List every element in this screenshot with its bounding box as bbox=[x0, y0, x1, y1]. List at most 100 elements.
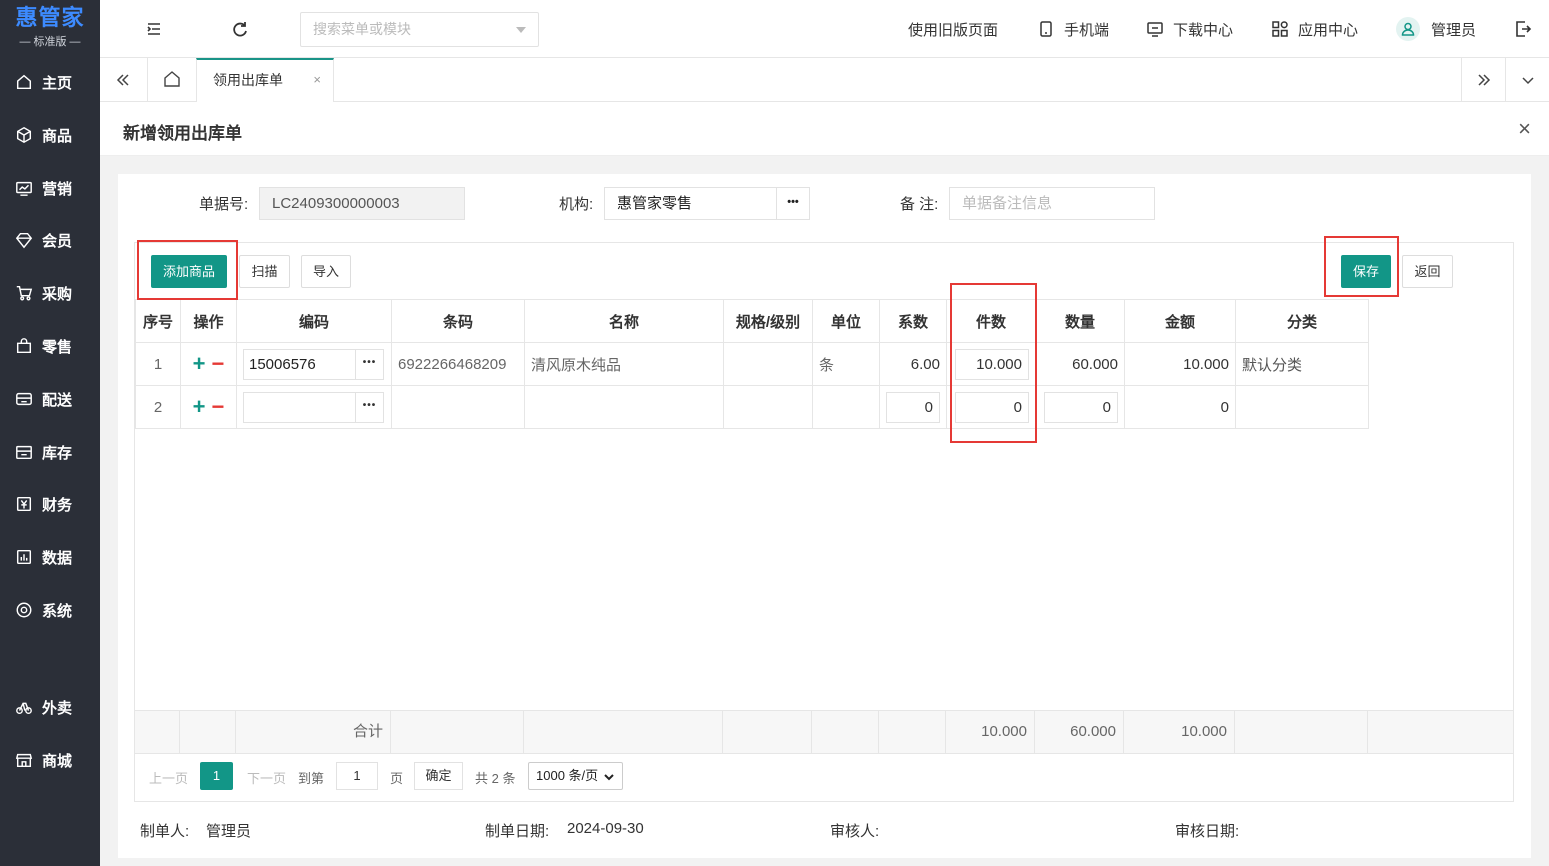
barcode-cell: 6922266468209 bbox=[391, 342, 525, 386]
spec-cell bbox=[723, 342, 813, 386]
highlight-pieces-column bbox=[950, 283, 1037, 443]
maker-label: 制单人: bbox=[140, 823, 190, 840]
app-center-link[interactable]: 应用中心 bbox=[1271, 18, 1358, 40]
goto-confirm-button[interactable]: 确定 bbox=[414, 762, 463, 790]
add-row-icon[interactable]: + bbox=[193, 394, 206, 419]
brand-logo[interactable]: 惠管家 — 标准版 — bbox=[0, 0, 100, 55]
row-no: 2 bbox=[135, 385, 181, 429]
sidebar-item-label: 主页 bbox=[42, 74, 73, 92]
sidebar-item-goods[interactable]: 商品 bbox=[0, 115, 100, 155]
tabs-scroll-right[interactable] bbox=[1461, 58, 1505, 102]
download-center-link[interactable]: 下载中心 bbox=[1146, 18, 1233, 40]
sidebar-item-label: 配送 bbox=[42, 391, 73, 409]
sidebar-item-system[interactable]: 系统 bbox=[0, 590, 100, 630]
add-row-icon[interactable]: + bbox=[193, 351, 206, 376]
scan-button[interactable]: 扫描 bbox=[239, 255, 290, 288]
highlight-save bbox=[1324, 236, 1399, 297]
sidebar-item-home[interactable]: 主页 bbox=[0, 62, 100, 102]
sidebar-item-marketing[interactable]: 营销 bbox=[0, 168, 100, 208]
next-page-button[interactable]: 下一页 bbox=[247, 768, 286, 787]
table-row: 2 + − ••• 0 0 0 0 bbox=[135, 385, 1369, 429]
sidebar-item-mall[interactable]: 商城 bbox=[0, 740, 100, 780]
audit-date-label: 审核日期: bbox=[1175, 823, 1240, 840]
menu-fold-icon[interactable] bbox=[143, 18, 165, 40]
sidebar-item-data[interactable]: 数据 bbox=[0, 537, 100, 577]
sidebar-item-label: 采购 bbox=[42, 285, 73, 303]
sidebar-item-purchase[interactable]: 采购 bbox=[0, 273, 100, 313]
sidebar-item-label: 营销 bbox=[42, 180, 73, 198]
sidebar-item-members[interactable]: 会员 bbox=[0, 220, 100, 260]
chevron-down-icon bbox=[604, 774, 614, 781]
yen-icon bbox=[16, 496, 32, 512]
code-picker-button[interactable]: ••• bbox=[356, 348, 384, 380]
prev-page-button[interactable]: 上一页 bbox=[149, 768, 188, 787]
pagination: 上一页 1 下一页 到第 1 页 确定 共 2 条 1000 条/页 bbox=[135, 754, 1513, 802]
sidebar-item-label: 会员 bbox=[42, 232, 73, 250]
search-menu-select[interactable]: 搜索菜单或模块 bbox=[300, 12, 539, 47]
back-button[interactable]: 返回 bbox=[1402, 255, 1453, 288]
maker-value: 管理员 bbox=[206, 823, 252, 840]
home-icon bbox=[164, 71, 180, 87]
tab-close-icon[interactable]: × bbox=[313, 60, 321, 100]
auditor-label: 审核人: bbox=[830, 823, 880, 840]
amount-cell: 10.000 bbox=[1124, 342, 1236, 386]
tab-home[interactable] bbox=[147, 58, 196, 102]
sum-amount: 10.000 bbox=[1124, 711, 1235, 753]
remark-input[interactable]: 单据备注信息 bbox=[949, 187, 1155, 220]
mobile-link[interactable]: 手机端 bbox=[1037, 18, 1109, 40]
import-button[interactable]: 导入 bbox=[301, 255, 351, 288]
org-field[interactable]: 惠管家零售 ••• bbox=[604, 187, 810, 220]
sidebar-item-finance[interactable]: 财务 bbox=[0, 484, 100, 524]
sum-qty: 60.000 bbox=[1035, 711, 1124, 753]
sum-pieces: 10.000 bbox=[946, 711, 1035, 753]
col-header: 条码 bbox=[391, 299, 525, 343]
sidebar-item-label: 系统 bbox=[42, 602, 73, 620]
tabs-bar: 领用出库单 × bbox=[100, 58, 1549, 102]
sidebar-item-label: 财务 bbox=[42, 496, 73, 514]
user-icon bbox=[1401, 22, 1415, 36]
close-icon[interactable]: × bbox=[1518, 116, 1531, 142]
bike-icon bbox=[16, 702, 32, 715]
warehouse-icon bbox=[16, 445, 32, 460]
sum-blank bbox=[879, 711, 946, 753]
tab-label: 领用出库单 bbox=[213, 72, 283, 88]
logout-icon[interactable] bbox=[1511, 18, 1533, 40]
goto-label: 到第 bbox=[298, 771, 325, 786]
page-size-select[interactable]: 1000 条/页 bbox=[528, 762, 623, 790]
col-header: 数量 bbox=[1035, 299, 1125, 343]
sidebar-item-label: 外卖 bbox=[42, 699, 73, 717]
sidebar-item-takeout[interactable]: 外卖 bbox=[0, 687, 100, 727]
form-card: 单据号: LC2409300000003 机构: 惠管家零售 ••• 备 注: … bbox=[118, 174, 1531, 858]
highlight-add-goods bbox=[137, 240, 238, 300]
sidebar-item-retail[interactable]: 零售 bbox=[0, 326, 100, 366]
code-picker-button[interactable]: ••• bbox=[356, 391, 384, 423]
col-header: 名称 bbox=[524, 299, 724, 343]
data-icon bbox=[16, 549, 32, 565]
category-cell bbox=[1235, 385, 1369, 429]
barcode-cell bbox=[391, 385, 525, 429]
sidebar-item-delivery[interactable]: 配送 bbox=[0, 379, 100, 419]
apps-label: 应用中心 bbox=[1298, 21, 1359, 39]
page-size-value: 1000 条/页 bbox=[536, 768, 599, 783]
remove-row-icon[interactable]: − bbox=[212, 394, 225, 419]
current-page[interactable]: 1 bbox=[200, 762, 233, 790]
qty-input[interactable]: 0 bbox=[1044, 391, 1118, 423]
doc-no-label: 单据号: bbox=[199, 196, 249, 213]
download-label: 下载中心 bbox=[1173, 21, 1234, 39]
remove-row-icon[interactable]: − bbox=[212, 351, 225, 376]
factor-input[interactable]: 0 bbox=[886, 391, 940, 423]
old-page-link[interactable]: 使用旧版页面 bbox=[908, 18, 998, 40]
amount-cell: 0 bbox=[1124, 385, 1236, 429]
code-input[interactable] bbox=[243, 391, 356, 423]
detail-table-area: 添加商品 扫描 导入 保存 返回 序号 操作 编码 条码 名称 规格/级别 单位… bbox=[134, 242, 1514, 802]
tabs-dropdown[interactable] bbox=[1505, 58, 1549, 102]
refresh-icon[interactable] bbox=[229, 18, 251, 40]
page-number-input[interactable]: 1 bbox=[336, 762, 378, 790]
tab-requisition-outbound[interactable]: 领用出库单 × bbox=[196, 58, 334, 102]
org-picker-button[interactable]: ••• bbox=[776, 187, 809, 220]
sidebar-item-inventory[interactable]: 库存 bbox=[0, 432, 100, 472]
user-menu[interactable]: 管理员 bbox=[1396, 17, 1476, 41]
double-chevron-left-icon[interactable] bbox=[114, 71, 132, 89]
code-input[interactable]: 15006576 bbox=[243, 348, 356, 380]
sum-label: 合计 bbox=[236, 711, 391, 753]
